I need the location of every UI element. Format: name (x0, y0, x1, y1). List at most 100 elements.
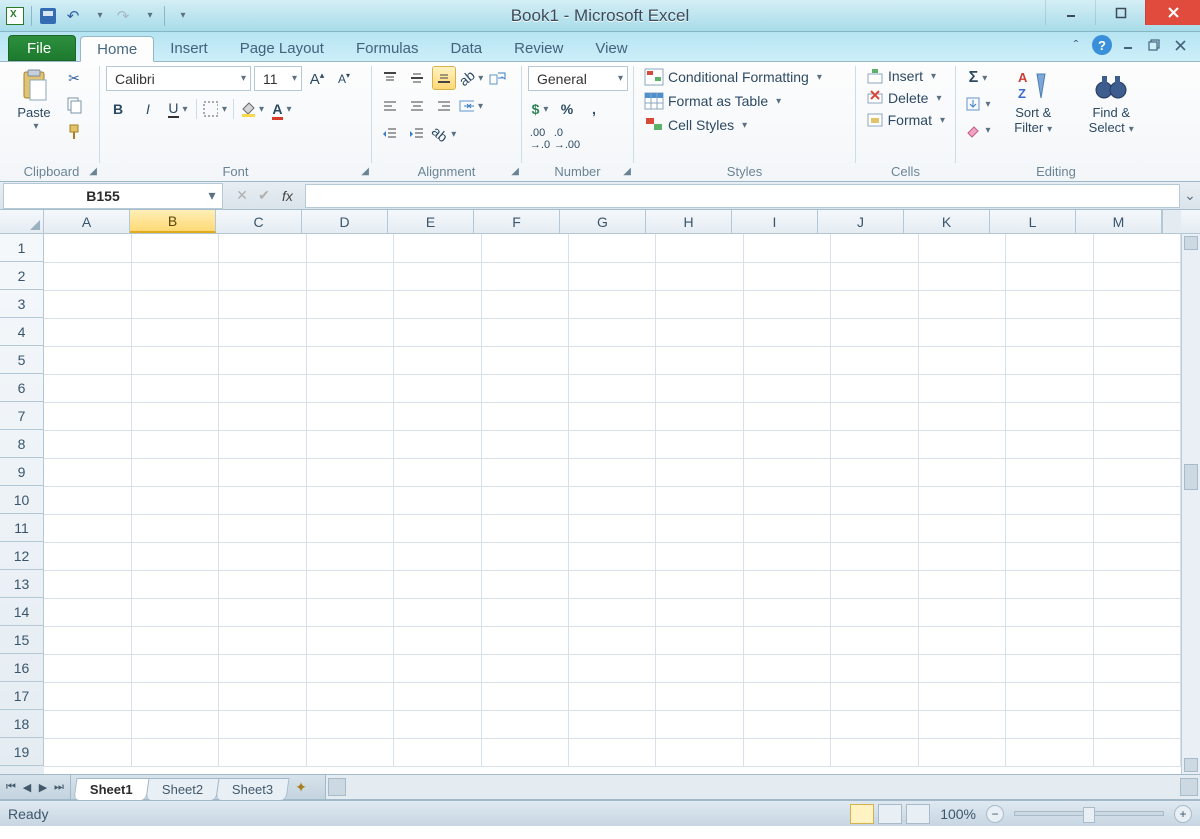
row-header-11[interactable]: 11 (0, 514, 44, 542)
cell[interactable] (394, 682, 481, 710)
cell[interactable] (743, 290, 830, 318)
cell[interactable] (918, 318, 1005, 346)
cell[interactable] (394, 710, 481, 738)
cell[interactable] (306, 570, 393, 598)
font-name-combo[interactable]: Calibri▾ (106, 66, 251, 91)
row-header-4[interactable]: 4 (0, 318, 44, 346)
scroll-down-button[interactable] (1184, 758, 1198, 772)
cell[interactable] (1006, 682, 1093, 710)
zoom-slider[interactable] (1014, 811, 1164, 816)
cell[interactable] (831, 570, 918, 598)
cell[interactable] (219, 374, 306, 402)
column-header-I[interactable]: I (732, 210, 818, 233)
cell[interactable] (831, 486, 918, 514)
cell[interactable] (306, 430, 393, 458)
fill-button[interactable]: ▾ (962, 92, 994, 116)
cell[interactable] (219, 290, 306, 318)
cell[interactable] (219, 402, 306, 430)
cell[interactable] (131, 458, 218, 486)
zoom-out-button[interactable]: − (986, 805, 1004, 823)
workbook-minimize-button[interactable] (1118, 35, 1138, 55)
cell[interactable] (831, 598, 918, 626)
cell[interactable] (481, 262, 568, 290)
align-top-button[interactable] (378, 66, 402, 90)
scroll-right-button[interactable] (1180, 778, 1198, 796)
cell[interactable] (743, 738, 830, 766)
new-sheet-button[interactable]: ✦ (287, 775, 315, 799)
cell[interactable] (918, 346, 1005, 374)
cell[interactable] (1093, 654, 1180, 682)
first-sheet-button[interactable]: ⏮ (4, 781, 18, 794)
autosum-button[interactable]: Σ▾ (962, 66, 994, 90)
cell[interactable] (481, 738, 568, 766)
cell[interactable] (306, 682, 393, 710)
cell[interactable] (743, 654, 830, 682)
cell[interactable] (1006, 346, 1093, 374)
cell[interactable] (219, 318, 306, 346)
cell[interactable] (1006, 654, 1093, 682)
cell[interactable] (1093, 710, 1180, 738)
cell[interactable] (831, 318, 918, 346)
row-header-5[interactable]: 5 (0, 346, 44, 374)
increase-decimal-button[interactable]: .00→.0 (528, 127, 552, 151)
cell[interactable] (481, 290, 568, 318)
row-header-14[interactable]: 14 (0, 598, 44, 626)
row-header-13[interactable]: 13 (0, 570, 44, 598)
cell[interactable] (44, 318, 131, 346)
cell[interactable] (131, 542, 218, 570)
cell[interactable] (1093, 682, 1180, 710)
cell[interactable] (44, 542, 131, 570)
undo-button[interactable]: ↶ (62, 5, 84, 27)
cell[interactable] (44, 374, 131, 402)
cell[interactable] (1006, 290, 1093, 318)
cell[interactable] (831, 626, 918, 654)
cell[interactable] (394, 318, 481, 346)
cell[interactable] (131, 346, 218, 374)
cell[interactable] (44, 346, 131, 374)
cell[interactable] (306, 318, 393, 346)
scroll-up-button[interactable] (1184, 236, 1198, 250)
tab-insert[interactable]: Insert (154, 35, 224, 61)
column-header-G[interactable]: G (560, 210, 646, 233)
cell[interactable] (656, 710, 743, 738)
cell[interactable] (131, 234, 218, 262)
cell[interactable] (306, 710, 393, 738)
cell[interactable] (1093, 346, 1180, 374)
cut-button[interactable]: ✂ (62, 66, 86, 90)
cell[interactable] (44, 710, 131, 738)
zoom-in-button[interactable]: + (1174, 805, 1192, 823)
cell[interactable] (831, 514, 918, 542)
cell[interactable] (44, 262, 131, 290)
cell[interactable] (743, 262, 830, 290)
orientation-button[interactable]: ab▾ (459, 66, 483, 90)
cell[interactable] (656, 290, 743, 318)
cell[interactable] (569, 710, 656, 738)
cell[interactable] (918, 262, 1005, 290)
cell[interactable] (743, 514, 830, 542)
cell[interactable] (44, 626, 131, 654)
format-painter-button[interactable] (62, 120, 86, 144)
cell[interactable] (1006, 374, 1093, 402)
cell[interactable] (831, 458, 918, 486)
cell[interactable] (131, 626, 218, 654)
chevron-down-icon[interactable]: ▾ (202, 187, 222, 204)
cell[interactable] (569, 570, 656, 598)
cell[interactable] (1093, 402, 1180, 430)
cell[interactable] (1006, 318, 1093, 346)
zoom-level[interactable]: 100% (940, 806, 976, 822)
page-break-view-button[interactable] (906, 804, 930, 824)
cell[interactable] (743, 402, 830, 430)
cell[interactable] (743, 346, 830, 374)
cell[interactable] (131, 570, 218, 598)
cell[interactable] (918, 542, 1005, 570)
cell[interactable] (743, 570, 830, 598)
cell[interactable] (918, 654, 1005, 682)
cell[interactable] (831, 738, 918, 766)
cell[interactable] (481, 626, 568, 654)
row-header-12[interactable]: 12 (0, 542, 44, 570)
cell[interactable] (131, 598, 218, 626)
cell[interactable] (569, 486, 656, 514)
cell[interactable] (219, 486, 306, 514)
cell[interactable] (131, 710, 218, 738)
cell-styles-button[interactable]: Cell Styles▾ (640, 114, 849, 136)
